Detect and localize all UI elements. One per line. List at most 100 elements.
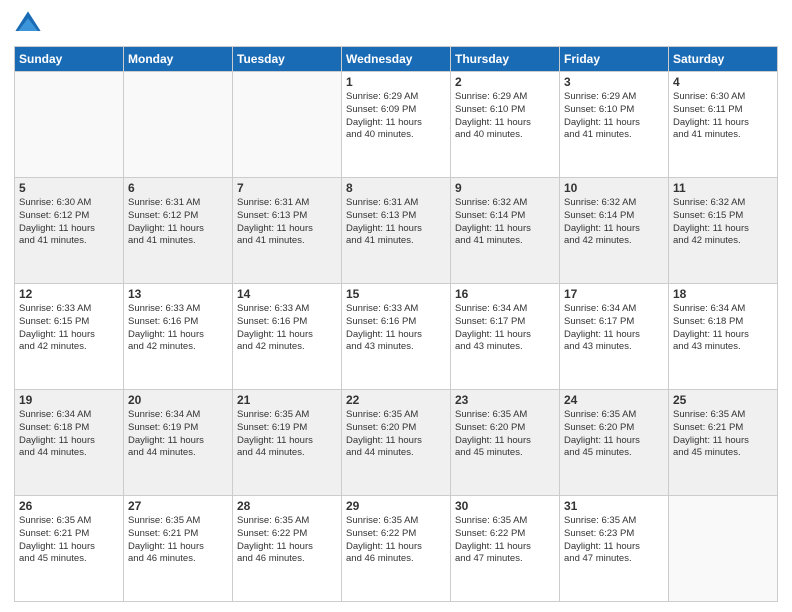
- day-info: Sunrise: 6:34 AM Sunset: 6:17 PM Dayligh…: [455, 303, 555, 354]
- day-number: 30: [455, 499, 555, 513]
- day-info: Sunrise: 6:35 AM Sunset: 6:21 PM Dayligh…: [19, 515, 119, 566]
- day-number: 13: [128, 287, 228, 301]
- calendar-cell: 1 Sunrise: 6:29 AM Sunset: 6:09 PM Daylig…: [342, 72, 451, 178]
- day-number: 27: [128, 499, 228, 513]
- day-number: 6: [128, 181, 228, 195]
- calendar-cell: 19 Sunrise: 6:34 AM Sunset: 6:18 PM Dayli…: [15, 390, 124, 496]
- calendar-cell: 31Sunrise: 6:35 AM Sunset: 6:23 PM Dayli…: [560, 496, 669, 602]
- day-number: 28: [237, 499, 337, 513]
- calendar-cell: 27 Sunrise: 6:35 AM Sunset: 6:21 PM Dayli…: [124, 496, 233, 602]
- day-number: 25: [673, 393, 773, 407]
- calendar-cell: 5Sunrise: 6:30 AM Sunset: 6:12 PM Daylig…: [15, 178, 124, 284]
- day-info: Sunrise: 6:31 AM Sunset: 6:13 PM Dayligh…: [237, 197, 337, 248]
- day-number: 23: [455, 393, 555, 407]
- weekday-header-saturday: Saturday: [669, 47, 778, 72]
- day-number: 18: [673, 287, 773, 301]
- calendar-cell: 13 Sunrise: 6:33 AM Sunset: 6:16 PM Dayli…: [124, 284, 233, 390]
- calendar-cell: 12 Sunrise: 6:33 AM Sunset: 6:15 PM Dayli…: [15, 284, 124, 390]
- day-number: 7: [237, 181, 337, 195]
- day-info: Sunrise: 6:35 AM Sunset: 6:19 PM Dayligh…: [237, 409, 337, 460]
- calendar-cell: 3Sunrise: 6:29 AM Sunset: 6:10 PM Daylig…: [560, 72, 669, 178]
- day-number: 22: [346, 393, 446, 407]
- calendar-cell: 25 Sunrise: 6:35 AM Sunset: 6:21 PM Dayli…: [669, 390, 778, 496]
- calendar-cell: [124, 72, 233, 178]
- day-info: Sunrise: 6:35 AM Sunset: 6:22 PM Dayligh…: [455, 515, 555, 566]
- calendar-cell: 16 Sunrise: 6:34 AM Sunset: 6:17 PM Dayli…: [451, 284, 560, 390]
- day-info: Sunrise: 6:31 AM Sunset: 6:13 PM Dayligh…: [346, 197, 446, 248]
- day-info: Sunrise: 6:32 AM Sunset: 6:14 PM Dayligh…: [564, 197, 664, 248]
- calendar-week-row: 26 Sunrise: 6:35 AM Sunset: 6:21 PM Dayli…: [15, 496, 778, 602]
- calendar-cell: 2Sunrise: 6:29 AM Sunset: 6:10 PM Daylig…: [451, 72, 560, 178]
- calendar-cell: 24 Sunrise: 6:35 AM Sunset: 6:20 PM Dayli…: [560, 390, 669, 496]
- header: [14, 10, 778, 38]
- calendar-cell: 20 Sunrise: 6:34 AM Sunset: 6:19 PM Dayli…: [124, 390, 233, 496]
- day-number: 11: [673, 181, 773, 195]
- weekday-header-thursday: Thursday: [451, 47, 560, 72]
- day-info: Sunrise: 6:34 AM Sunset: 6:18 PM Dayligh…: [673, 303, 773, 354]
- day-info: Sunrise: 6:29 AM Sunset: 6:10 PM Dayligh…: [455, 91, 555, 142]
- day-number: 14: [237, 287, 337, 301]
- page-container: SundayMondayTuesdayWednesdayThursdayFrid…: [0, 0, 792, 612]
- day-number: 29: [346, 499, 446, 513]
- calendar-header: SundayMondayTuesdayWednesdayThursdayFrid…: [15, 47, 778, 72]
- calendar-cell: 11 Sunrise: 6:32 AM Sunset: 6:15 PM Dayli…: [669, 178, 778, 284]
- calendar-cell: 22Sunrise: 6:35 AM Sunset: 6:20 PM Dayli…: [342, 390, 451, 496]
- day-number: 31: [564, 499, 664, 513]
- day-number: 12: [19, 287, 119, 301]
- day-number: 20: [128, 393, 228, 407]
- day-number: 24: [564, 393, 664, 407]
- weekday-header-sunday: Sunday: [15, 47, 124, 72]
- calendar-cell: [669, 496, 778, 602]
- calendar-cell: 7 Sunrise: 6:31 AM Sunset: 6:13 PM Daylig…: [233, 178, 342, 284]
- day-number: 1: [346, 75, 446, 89]
- day-info: Sunrise: 6:34 AM Sunset: 6:17 PM Dayligh…: [564, 303, 664, 354]
- day-info: Sunrise: 6:35 AM Sunset: 6:20 PM Dayligh…: [564, 409, 664, 460]
- calendar-cell: 28 Sunrise: 6:35 AM Sunset: 6:22 PM Dayli…: [233, 496, 342, 602]
- calendar-week-row: 19 Sunrise: 6:34 AM Sunset: 6:18 PM Dayli…: [15, 390, 778, 496]
- calendar-cell: [233, 72, 342, 178]
- day-number: 5: [19, 181, 119, 195]
- day-info: Sunrise: 6:35 AM Sunset: 6:20 PM Dayligh…: [455, 409, 555, 460]
- day-info: Sunrise: 6:29 AM Sunset: 6:10 PM Dayligh…: [564, 91, 664, 142]
- day-info: Sunrise: 6:33 AM Sunset: 6:15 PM Dayligh…: [19, 303, 119, 354]
- calendar-cell: 15Sunrise: 6:33 AM Sunset: 6:16 PM Dayli…: [342, 284, 451, 390]
- day-number: 8: [346, 181, 446, 195]
- day-info: Sunrise: 6:35 AM Sunset: 6:21 PM Dayligh…: [128, 515, 228, 566]
- calendar-body: 1 Sunrise: 6:29 AM Sunset: 6:09 PM Daylig…: [15, 72, 778, 602]
- weekday-header-friday: Friday: [560, 47, 669, 72]
- day-number: 21: [237, 393, 337, 407]
- day-info: Sunrise: 6:32 AM Sunset: 6:15 PM Dayligh…: [673, 197, 773, 248]
- calendar-cell: 4Sunrise: 6:30 AM Sunset: 6:11 PM Daylig…: [669, 72, 778, 178]
- calendar-cell: 23 Sunrise: 6:35 AM Sunset: 6:20 PM Dayli…: [451, 390, 560, 496]
- day-info: Sunrise: 6:29 AM Sunset: 6:09 PM Dayligh…: [346, 91, 446, 142]
- day-number: 19: [19, 393, 119, 407]
- calendar-cell: 26 Sunrise: 6:35 AM Sunset: 6:21 PM Dayli…: [15, 496, 124, 602]
- day-number: 15: [346, 287, 446, 301]
- calendar-cell: 17 Sunrise: 6:34 AM Sunset: 6:17 PM Dayli…: [560, 284, 669, 390]
- weekday-header-wednesday: Wednesday: [342, 47, 451, 72]
- logo: [14, 10, 46, 38]
- calendar-cell: 9 Sunrise: 6:32 AM Sunset: 6:14 PM Daylig…: [451, 178, 560, 284]
- weekday-header-monday: Monday: [124, 47, 233, 72]
- day-info: Sunrise: 6:35 AM Sunset: 6:22 PM Dayligh…: [237, 515, 337, 566]
- day-info: Sunrise: 6:33 AM Sunset: 6:16 PM Dayligh…: [128, 303, 228, 354]
- day-number: 10: [564, 181, 664, 195]
- calendar-cell: 6 Sunrise: 6:31 AM Sunset: 6:12 PM Daylig…: [124, 178, 233, 284]
- day-number: 9: [455, 181, 555, 195]
- calendar-week-row: 12 Sunrise: 6:33 AM Sunset: 6:15 PM Dayli…: [15, 284, 778, 390]
- calendar-cell: 8 Sunrise: 6:31 AM Sunset: 6:13 PM Daylig…: [342, 178, 451, 284]
- day-info: Sunrise: 6:31 AM Sunset: 6:12 PM Dayligh…: [128, 197, 228, 248]
- day-number: 4: [673, 75, 773, 89]
- weekday-header-tuesday: Tuesday: [233, 47, 342, 72]
- calendar-cell: 21 Sunrise: 6:35 AM Sunset: 6:19 PM Dayli…: [233, 390, 342, 496]
- day-info: Sunrise: 6:34 AM Sunset: 6:19 PM Dayligh…: [128, 409, 228, 460]
- day-info: Sunrise: 6:34 AM Sunset: 6:18 PM Dayligh…: [19, 409, 119, 460]
- day-number: 16: [455, 287, 555, 301]
- day-number: 26: [19, 499, 119, 513]
- day-number: 17: [564, 287, 664, 301]
- calendar-table: SundayMondayTuesdayWednesdayThursdayFrid…: [14, 46, 778, 602]
- day-info: Sunrise: 6:35 AM Sunset: 6:22 PM Dayligh…: [346, 515, 446, 566]
- day-info: Sunrise: 6:32 AM Sunset: 6:14 PM Dayligh…: [455, 197, 555, 248]
- day-info: Sunrise: 6:35 AM Sunset: 6:21 PM Dayligh…: [673, 409, 773, 460]
- calendar-cell: 14Sunrise: 6:33 AM Sunset: 6:16 PM Dayli…: [233, 284, 342, 390]
